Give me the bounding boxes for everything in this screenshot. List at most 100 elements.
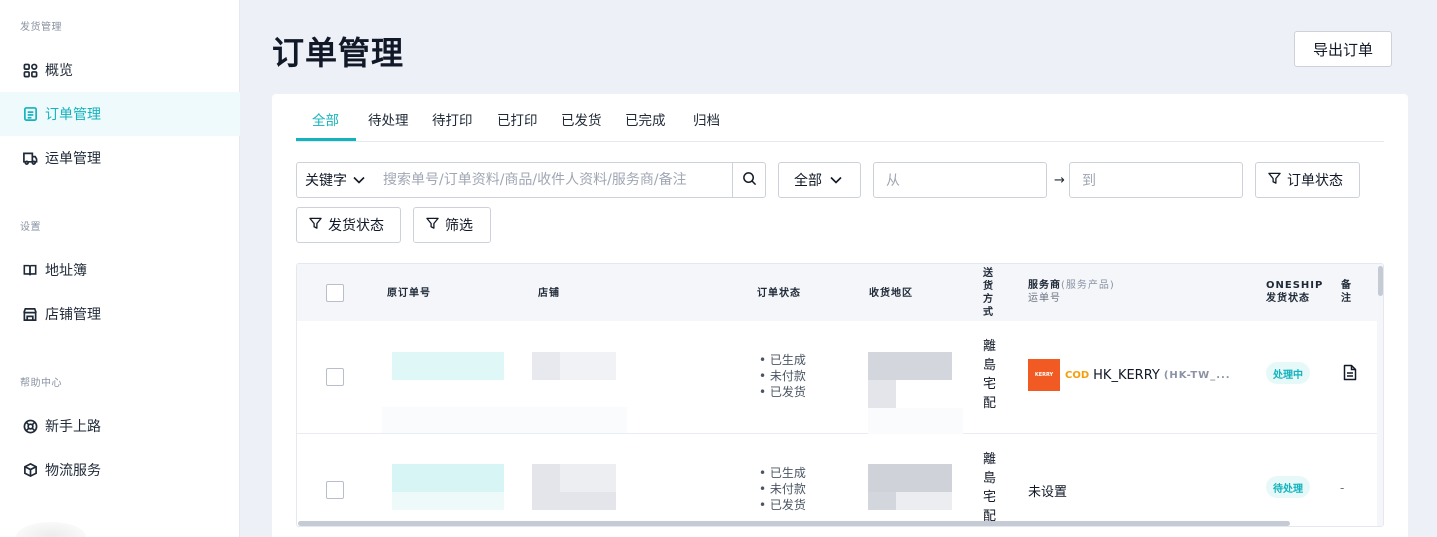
col-store: 店铺 [538,288,560,299]
search-input[interactable] [375,162,733,198]
col-delivery: 送货方式 [983,268,994,318]
order-status-list: 已生成 未付款 已发货 [759,352,806,400]
section-title-shipping: 发货管理 [20,22,62,33]
date-to-input[interactable]: 到 [1069,162,1243,198]
tab-all[interactable]: 全部 [312,109,339,129]
filter-button-label: 筛选 [445,218,473,234]
col-provider-label: 服务商 [1028,280,1061,291]
store-redacted [560,464,616,492]
order-status-list: 已生成 未付款 已发货 [759,465,806,513]
keyword-select[interactable]: 关键字 [296,162,376,198]
kerry-logo: KERRY [1028,359,1060,391]
col-provider-sub: (服务产品) [1061,280,1115,291]
status-item: 已生成 [759,465,806,481]
export-orders-button[interactable]: 导出订单 [1294,31,1392,67]
horizontal-scrollbar[interactable] [297,520,1377,526]
table-header: 原订单号 店铺 订单状态 收货地区 送货方式 服务商(服务产品) 运单号 ONE… [297,264,1377,321]
col-oneship-label: ONESHIP [1266,280,1324,291]
col-note: 备注 [1341,280,1352,304]
book-icon [22,262,38,278]
provider-unset: 未设置 [1028,485,1068,500]
sidebar-item-overview[interactable]: 概览 [0,48,240,92]
redacted-block [382,407,627,433]
date-range-arrow: → [1054,173,1065,188]
status-item: 未付款 [759,481,806,497]
region-redacted [868,380,896,408]
region-redacted [868,464,952,492]
sidebar-item-label: 新手上路 [45,419,101,435]
tab-printed[interactable]: 已打印 [497,109,538,129]
scope-select[interactable]: 全部 [778,162,861,198]
orders-table: 原订单号 店铺 订单状态 收货地区 送货方式 服务商(服务产品) 运单号 ONE… [296,263,1384,527]
sidebar-item-label: 物流服务 [45,463,101,479]
sidebar-item-getting-started[interactable]: 新手上路 [0,404,240,448]
scrollbar-thumb[interactable] [1378,266,1383,296]
region-redacted [868,492,896,510]
col-provider: 服务商(服务产品) 运单号 [1028,279,1115,305]
tab-to-print[interactable]: 待打印 [432,109,473,129]
active-tab-indicator [296,138,356,141]
tab-pending[interactable]: 待处理 [368,109,409,129]
note-empty: - [1340,481,1345,495]
sidebar-item-waybills[interactable]: 运单管理 [0,136,240,180]
order-list-icon [22,106,38,122]
region-redacted [868,352,952,380]
order-status-filter-button[interactable]: 订单状态 [1255,162,1360,198]
order-no-redacted [392,464,504,492]
filter-icon [1268,172,1281,189]
filter-button[interactable]: 筛选 [413,207,491,243]
tab-shipped[interactable]: 已发货 [561,109,602,129]
status-item: 未付款 [759,368,806,384]
col-region: 收货地区 [869,288,913,299]
orders-card: 全部 待处理 待打印 已打印 已发货 已完成 归档 关键字 全部 从 → 到 订… [272,94,1408,537]
order-no-redacted [392,352,504,380]
search-button[interactable] [732,162,766,198]
truck-icon [22,150,38,166]
row-checkbox[interactable] [326,368,344,386]
status-tabs: 全部 待处理 待打印 已打印 已发货 已完成 归档 [296,94,1384,142]
sidebar-item-stores[interactable]: 店铺管理 [0,292,240,336]
status-item: 已发货 [759,497,806,513]
tab-completed[interactable]: 已完成 [625,109,666,129]
col-order-status: 订单状态 [757,288,801,299]
cod-label: COD [1065,369,1090,381]
tab-archived[interactable]: 归档 [693,109,720,129]
store-redacted [560,492,616,510]
provider-product: (HK-TW_... [1163,369,1231,381]
table-row[interactable]: 已生成 未付款 已发货 離島宅配 KERRY COD HK_KERRY (HK-… [297,321,1377,434]
order-no-redacted [392,492,504,510]
keyword-select-label: 关键字 [305,173,347,189]
ship-status-badge: 处理中 [1266,362,1310,384]
grid-icon [22,62,38,78]
provider-cell: KERRY COD HK_KERRY (HK-TW_... [1028,359,1231,391]
store-redacted [560,352,616,380]
status-item: 已发货 [759,384,806,400]
delivery-method: 離島宅配 [983,452,997,524]
scrollbar-thumb[interactable] [298,521,1290,526]
store-redacted [532,464,560,510]
store-icon [22,306,38,322]
lifebuoy-icon [22,418,38,434]
store-redacted [532,352,560,380]
chevron-down-icon [353,172,365,188]
order-status-filter-label: 订单状态 [1287,173,1343,189]
select-all-checkbox[interactable] [326,284,344,302]
vertical-scrollbar[interactable] [1377,264,1383,526]
sidebar-item-orders[interactable]: 订单管理 [0,92,240,136]
filter-icon [309,217,322,234]
package-icon [22,462,38,478]
sidebar-item-logistics[interactable]: 物流服务 [0,448,240,492]
sidebar-item-label: 运单管理 [45,151,101,167]
filter-icon [426,217,439,234]
section-title-help: 帮助中心 [20,378,62,389]
ship-status-filter-label: 发货状态 [328,218,384,234]
document-icon[interactable] [1343,364,1357,385]
provider-name: HK_KERRY [1093,367,1160,383]
date-from-input[interactable]: 从 [873,162,1047,198]
row-checkbox[interactable] [326,481,344,499]
table-row[interactable]: 已生成 未付款 已发货 離島宅配 未设置 待处理 - [297,434,1377,526]
ship-status-filter-button[interactable]: 发货状态 [296,207,401,243]
chevron-down-icon [830,172,842,188]
sidebar-shadow [16,522,86,537]
sidebar-item-address-book[interactable]: 地址簿 [0,248,240,292]
